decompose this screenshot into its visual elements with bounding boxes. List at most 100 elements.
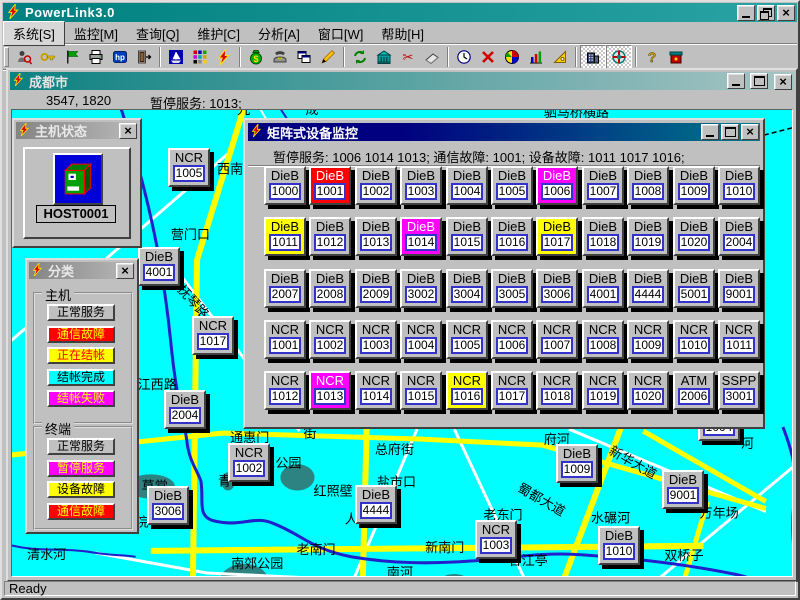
device-button[interactable]: NCR1010 [673, 320, 715, 359]
device-button[interactable]: NCR1002 [228, 443, 270, 482]
legend-item[interactable]: 正常服务 [47, 304, 115, 321]
device-button[interactable]: ATM2006 [673, 371, 715, 410]
device-button[interactable]: DieB1010 [598, 526, 640, 565]
device-id: 1013 [360, 234, 392, 251]
device-id: 1020 [678, 234, 710, 251]
device-button[interactable]: NCR1005 [446, 320, 488, 359]
device-button[interactable]: DieB2009 [355, 269, 397, 308]
host-button[interactable] [53, 153, 103, 205]
device-button[interactable]: DieB9001 [718, 269, 760, 308]
device-type-label: NCR [311, 373, 349, 388]
device-button[interactable]: DieB1004 [446, 166, 488, 205]
device-button[interactable]: SSPP3001 [718, 371, 760, 410]
device-button[interactable]: NCR1012 [264, 371, 306, 410]
device-button[interactable]: NCR1005 [168, 148, 210, 187]
device-button[interactable]: DieB1012 [309, 217, 351, 256]
device-button[interactable]: DieB3006 [147, 486, 189, 525]
device-button[interactable]: DieB1017 [536, 217, 578, 256]
device-id: 1020 [632, 388, 664, 405]
device-button[interactable]: DieB1015 [446, 217, 488, 256]
device-button[interactable]: DieB1000 [264, 166, 306, 205]
device-button[interactable]: DieB1009 [673, 166, 715, 205]
device-button[interactable]: DieB2008 [309, 269, 351, 308]
device-button[interactable]: NCR1006 [491, 320, 533, 359]
device-button[interactable]: NCR1007 [536, 320, 578, 359]
device-button[interactable]: DieB9001 [662, 470, 704, 509]
device-type-label: NCR [675, 322, 713, 337]
device-button[interactable]: DieB1010 [718, 166, 760, 205]
device-button[interactable]: DieB1020 [673, 217, 715, 256]
device-button[interactable]: NCR1017 [491, 371, 533, 410]
device-type-label: NCR [230, 445, 268, 460]
device-button[interactable]: DieB2004 [164, 390, 206, 429]
device-button[interactable]: NCR1015 [400, 371, 442, 410]
host-lightning-icon [18, 123, 31, 139]
device-button[interactable]: NCR1002 [309, 320, 351, 359]
device-button[interactable]: DieB3006 [536, 269, 578, 308]
device-id: 1005 [173, 165, 205, 182]
device-id: 1007 [541, 337, 573, 354]
device-button[interactable]: DieB2004 [718, 217, 760, 256]
device-type-label: DieB [140, 249, 178, 264]
device-button[interactable]: DieB1007 [582, 166, 624, 205]
device-button[interactable]: DieB1011 [264, 217, 306, 256]
device-button[interactable]: NCR1017 [192, 316, 234, 355]
device-id: 1009 [678, 183, 710, 200]
device-button[interactable]: NCR1020 [627, 371, 669, 410]
classify-close-button[interactable] [116, 263, 134, 279]
device-button[interactable]: NCR1003 [475, 520, 517, 559]
device-id: 1011 [723, 337, 755, 354]
device-button[interactable]: NCR1004 [400, 320, 442, 359]
device-button[interactable]: DieB1019 [627, 217, 669, 256]
device-button[interactable]: DieB3004 [446, 269, 488, 308]
device-button[interactable]: DieB3005 [491, 269, 533, 308]
device-button[interactable]: DieB4444 [355, 485, 397, 524]
device-button[interactable]: DieB2007 [264, 269, 306, 308]
device-button[interactable]: NCR1013 [309, 371, 351, 410]
device-type-label: DieB [558, 446, 596, 461]
device-id: 4444 [632, 286, 664, 303]
host-name-label[interactable]: HOST0001 [36, 205, 116, 223]
device-button[interactable]: DieB1014 [400, 217, 442, 256]
device-button[interactable]: DieB1006 [536, 166, 578, 205]
device-type-label: DieB [448, 271, 486, 286]
legend-item[interactable]: 结帐失败 [47, 390, 115, 407]
device-button[interactable]: NCR1001 [264, 320, 306, 359]
legend-item[interactable]: 正在结帐 [47, 347, 115, 364]
device-button[interactable]: DieB3002 [400, 269, 442, 308]
device-button[interactable]: NCR1018 [536, 371, 578, 410]
legend-item[interactable]: 结帐完成 [47, 369, 115, 386]
device-button[interactable]: DieB1008 [627, 166, 669, 205]
device-button[interactable]: DieB1002 [355, 166, 397, 205]
device-button[interactable]: NCR1019 [582, 371, 624, 410]
device-button[interactable]: NCR1016 [446, 371, 488, 410]
device-button[interactable]: DieB4001 [582, 269, 624, 308]
device-button[interactable]: DieB4001 [138, 247, 180, 286]
device-button[interactable]: NCR1011 [718, 320, 760, 359]
device-button[interactable]: NCR1014 [355, 371, 397, 410]
device-button[interactable]: DieB1016 [491, 217, 533, 256]
device-button[interactable]: NCR1003 [355, 320, 397, 359]
device-type-label: SSPP [720, 373, 758, 388]
legend-item[interactable]: 通信故障 [47, 326, 115, 343]
legend-item[interactable]: 通信故障 [47, 503, 115, 520]
device-button[interactable]: DieB5001 [673, 269, 715, 308]
device-button[interactable]: DieB1013 [355, 217, 397, 256]
host-close-button[interactable] [119, 123, 137, 139]
device-button[interactable]: NCR1008 [582, 320, 624, 359]
device-button[interactable]: DieB1009 [556, 444, 598, 483]
device-button[interactable]: DieB1001 [309, 166, 351, 205]
host-window-titlebar[interactable]: 主机状态 [16, 122, 138, 139]
host-panel: HOST0001 [23, 147, 131, 239]
device-button[interactable]: DieB1005 [491, 166, 533, 205]
classify-window-titlebar[interactable]: 分类 [29, 262, 135, 279]
device-button[interactable]: NCR1009 [627, 320, 669, 359]
device-button[interactable]: DieB4444 [627, 269, 669, 308]
device-button[interactable]: DieB1018 [582, 217, 624, 256]
device-button[interactable]: DieB1003 [400, 166, 442, 205]
device-id: 1010 [723, 183, 755, 200]
legend-item[interactable]: 正常服务 [47, 438, 115, 455]
legend-item[interactable]: 暂停服务 [47, 460, 115, 477]
legend-item[interactable]: 设备故障 [47, 481, 115, 498]
device-type-label: DieB [720, 219, 758, 234]
